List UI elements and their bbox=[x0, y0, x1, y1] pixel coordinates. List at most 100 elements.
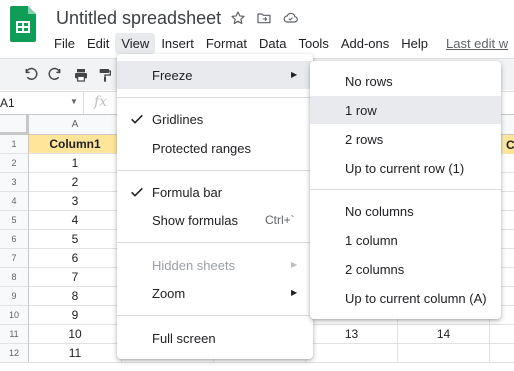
checkmark-icon bbox=[129, 184, 145, 200]
print-icon[interactable] bbox=[72, 66, 90, 84]
star-icon[interactable] bbox=[229, 9, 247, 27]
menu-item-label: 1 row bbox=[345, 103, 377, 118]
menu-view[interactable]: View bbox=[115, 32, 156, 54]
grid-cell[interactable]: 1 bbox=[29, 154, 122, 173]
grid-cell[interactable]: Column1 bbox=[29, 135, 122, 154]
menu-item-label: Gridlines bbox=[152, 112, 204, 127]
keyboard-shortcut: Ctrl+` bbox=[265, 213, 295, 227]
view-menu-show-formulas[interactable]: Show formulas Ctrl+` bbox=[117, 206, 313, 234]
grid-cell[interactable]: 13 bbox=[306, 325, 398, 344]
grid-cell[interactable]: 5 bbox=[29, 230, 122, 249]
menu-insert[interactable]: Insert bbox=[155, 33, 200, 54]
menu-item-label: 1 column bbox=[345, 233, 398, 248]
grid-cell[interactable]: 8 bbox=[29, 287, 122, 306]
menu-separator bbox=[117, 170, 313, 171]
menu-separator bbox=[117, 242, 313, 243]
sheets-logo-icon[interactable] bbox=[10, 6, 36, 42]
row-header[interactable]: 5 bbox=[0, 211, 29, 230]
grid-cell[interactable] bbox=[490, 325, 514, 344]
grid-cell[interactable]: 4 bbox=[29, 211, 122, 230]
menu-item-label: No columns bbox=[345, 204, 414, 219]
row-header[interactable]: 12 bbox=[0, 344, 29, 363]
row-header[interactable]: 3 bbox=[0, 173, 29, 192]
menu-tools[interactable]: Tools bbox=[292, 33, 334, 54]
freeze-2-columns[interactable]: 2 columns bbox=[310, 255, 501, 283]
name-box-value: A1 bbox=[0, 96, 15, 110]
menu-separator bbox=[117, 315, 313, 316]
grid-cell[interactable] bbox=[490, 344, 514, 363]
select-all-corner[interactable] bbox=[0, 115, 29, 135]
row-header[interactable]: 4 bbox=[0, 192, 29, 211]
freeze-up-to-current-row[interactable]: Up to current row (1) bbox=[310, 154, 501, 182]
row-header[interactable]: 7 bbox=[0, 249, 29, 268]
menu-item-label: Zoom bbox=[152, 286, 186, 301]
menu-item-label: Protected ranges bbox=[152, 141, 252, 156]
menu-separator bbox=[310, 189, 501, 190]
row-header[interactable]: 6 bbox=[0, 230, 29, 249]
grid-cell[interactable]: 14 bbox=[398, 325, 490, 344]
row-header[interactable]: 10 bbox=[0, 306, 29, 325]
chevron-down-icon: ▼ bbox=[70, 97, 78, 106]
checkmark-icon bbox=[129, 111, 145, 127]
freeze-2-rows[interactable]: 2 rows bbox=[310, 125, 501, 153]
menu-add-ons[interactable]: Add-ons bbox=[335, 33, 395, 54]
view-menu-freeze[interactable]: Freeze ▶ bbox=[117, 61, 313, 89]
menu-item-label: 2 rows bbox=[345, 132, 384, 147]
undo-icon[interactable] bbox=[22, 66, 40, 84]
row-header[interactable]: 1 bbox=[0, 135, 29, 154]
grid-cell[interactable]: 9 bbox=[29, 306, 122, 325]
grid-cell[interactable]: 3 bbox=[29, 192, 122, 211]
menu-item-label: No rows bbox=[345, 74, 393, 89]
grid-cell[interactable]: 2 bbox=[29, 173, 122, 192]
menu-file[interactable]: File bbox=[48, 33, 81, 54]
last-edit-link[interactable]: Last edit w bbox=[434, 33, 512, 54]
menu-data[interactable]: Data bbox=[253, 33, 292, 54]
menu-bar: File Edit View Insert Format Data Tools … bbox=[48, 32, 512, 54]
menu-item-label: Up to current column (A) bbox=[345, 291, 487, 306]
grid-cell[interactable]: 6 bbox=[29, 249, 122, 268]
menu-item-label: Formula bar bbox=[152, 185, 223, 200]
row-header[interactable]: 11 bbox=[0, 325, 29, 344]
grid-cell[interactable]: 11 bbox=[29, 344, 122, 363]
view-menu-formula-bar[interactable]: Formula bar bbox=[117, 178, 313, 206]
menu-format[interactable]: Format bbox=[200, 33, 253, 54]
menu-item-label: Up to current row (1) bbox=[345, 161, 465, 176]
view-menu-zoom[interactable]: Zoom ▶ bbox=[117, 279, 313, 307]
row-header[interactable]: 2 bbox=[0, 154, 29, 173]
menu-item-label: Hidden sheets bbox=[152, 258, 236, 273]
grid-cell[interactable] bbox=[306, 344, 398, 363]
grid-cell[interactable]: 7 bbox=[29, 268, 122, 287]
menu-help[interactable]: Help bbox=[395, 33, 434, 54]
cloud-saved-icon[interactable] bbox=[281, 9, 299, 27]
paint-format-icon[interactable] bbox=[96, 66, 114, 84]
menu-item-label: Show formulas bbox=[152, 213, 238, 228]
column-header-a[interactable]: A bbox=[29, 115, 122, 135]
submenu-arrow-icon: ▶ bbox=[291, 70, 298, 79]
name-box[interactable]: A1 ▼ bbox=[0, 92, 84, 114]
freeze-1-column[interactable]: 1 column bbox=[310, 226, 501, 254]
freeze-submenu: No rows 1 row 2 rows Up to current row (… bbox=[310, 61, 501, 319]
fx-icon: fx bbox=[94, 94, 108, 110]
menu-edit[interactable]: Edit bbox=[81, 33, 115, 54]
folder-move-icon[interactable] bbox=[255, 9, 273, 27]
header-cell-partial[interactable]: C bbox=[503, 135, 514, 154]
row-header[interactable]: 8 bbox=[0, 268, 29, 287]
menu-item-label: Freeze bbox=[152, 68, 193, 83]
freeze-1-row[interactable]: 1 row bbox=[310, 96, 501, 124]
view-menu-protected-ranges[interactable]: Protected ranges bbox=[117, 134, 313, 162]
freeze-no-columns[interactable]: No columns bbox=[310, 197, 501, 225]
view-menu-dropdown: Freeze ▶ Gridlines Protected ranges Form… bbox=[117, 54, 313, 359]
submenu-arrow-icon: ▶ bbox=[291, 260, 298, 269]
freeze-up-to-current-column[interactable]: Up to current column (A) bbox=[310, 284, 501, 312]
document-title[interactable]: Untitled spreadsheet bbox=[56, 8, 221, 29]
row-header[interactable]: 9 bbox=[0, 287, 29, 306]
redo-icon[interactable] bbox=[46, 66, 64, 84]
menu-item-label: Full screen bbox=[152, 331, 216, 346]
grid-cell[interactable]: 10 bbox=[29, 325, 122, 344]
view-menu-gridlines[interactable]: Gridlines bbox=[117, 105, 313, 133]
view-menu-full-screen[interactable]: Full screen bbox=[117, 324, 313, 352]
freeze-no-rows[interactable]: No rows bbox=[310, 67, 501, 95]
grid-cell[interactable] bbox=[398, 344, 490, 363]
view-menu-hidden-sheets: Hidden sheets ▶ bbox=[117, 251, 313, 279]
menu-separator bbox=[117, 97, 313, 98]
